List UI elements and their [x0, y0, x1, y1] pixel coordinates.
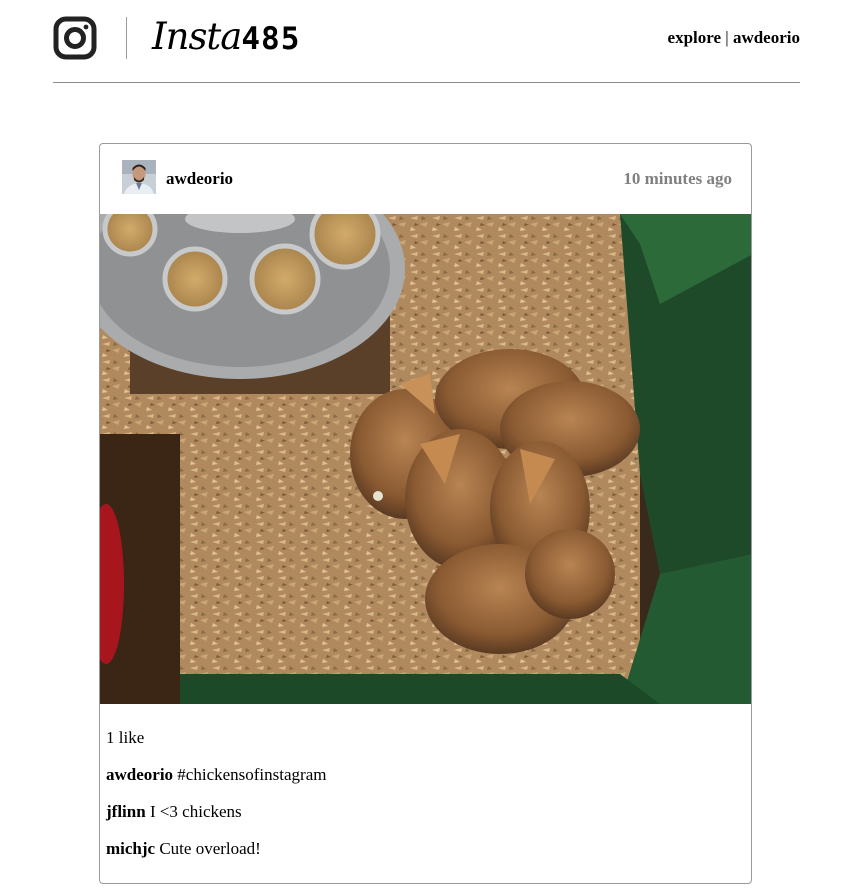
like-count: 1 like — [106, 728, 145, 747]
nav-separator: | — [725, 28, 729, 47]
instagram-camera-icon[interactable] — [53, 16, 97, 60]
post-photo[interactable] — [100, 214, 752, 704]
comment-text: #chickensofinstagram — [177, 765, 327, 784]
avatar-photo — [122, 160, 156, 194]
nav-user-link[interactable]: awdeorio — [733, 28, 800, 47]
page-header: Insta485 explore | awdeorio — [53, 0, 800, 83]
logo-divider — [126, 17, 127, 59]
comment-owner-link[interactable]: awdeorio — [106, 765, 173, 784]
logo-number-text: 485 — [241, 21, 301, 57]
nav-explore-link[interactable]: explore — [668, 28, 722, 47]
top-nav: explore | awdeorio — [668, 28, 800, 48]
avatar[interactable] — [122, 160, 156, 194]
post-header: awdeorio 10 minutes ago — [100, 144, 751, 214]
post-timestamp-link[interactable]: 10 minutes ago — [623, 169, 732, 189]
comment-text: Cute overload! — [159, 839, 261, 858]
post-owner-link[interactable]: awdeorio — [166, 169, 233, 189]
comment-owner-link[interactable]: jflinn — [106, 802, 146, 821]
logo-script-text: Insta — [152, 15, 242, 58]
post-footer: 1 like awdeorio #chickensofinstagram jfl… — [106, 728, 736, 876]
comment-item: awdeorio #chickensofinstagram — [106, 765, 736, 785]
post-card: awdeorio 10 minutes ago 1 like awdeorio … — [99, 143, 752, 884]
comment-owner-link[interactable]: michjc — [106, 839, 155, 858]
comment-item: michjc Cute overload! — [106, 839, 736, 859]
comment-item: jflinn I <3 chickens — [106, 802, 736, 822]
comment-text: I <3 chickens — [149, 802, 242, 821]
app-logo[interactable]: Insta485 — [152, 12, 300, 62]
